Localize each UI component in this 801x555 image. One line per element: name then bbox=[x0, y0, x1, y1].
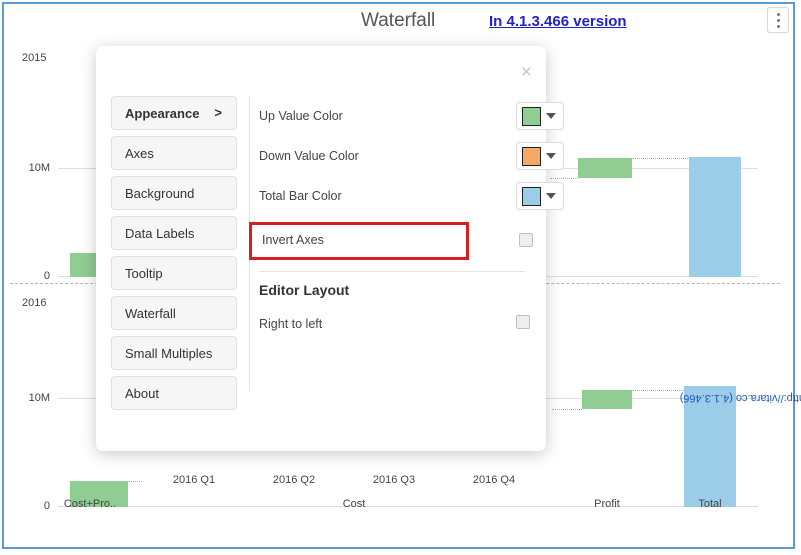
sidebar-item-label: Axes bbox=[125, 146, 154, 161]
x-label-cost: Cost bbox=[342, 498, 366, 510]
color-swatch bbox=[522, 147, 541, 166]
panel-year-label: 2015 bbox=[22, 52, 47, 64]
kebab-menu-icon[interactable] bbox=[767, 7, 789, 33]
panel-year-label: 2016 bbox=[22, 297, 47, 309]
editor-layout-heading: Editor Layout bbox=[259, 282, 350, 298]
bar-profit[interactable] bbox=[582, 390, 632, 409]
sidebar-item-label: About bbox=[125, 386, 159, 401]
x-tick-2016-q2: 2016 Q2 bbox=[272, 474, 316, 486]
x-label-profit: Profit bbox=[594, 498, 620, 510]
y-tick-10m: 10M bbox=[28, 162, 50, 174]
invert-axes-checkbox[interactable] bbox=[519, 233, 533, 247]
option-row-right-to-left: Right to left bbox=[259, 306, 531, 346]
option-label: Up Value Color bbox=[259, 109, 343, 123]
x-tick-2016-q3: 2016 Q3 bbox=[372, 474, 416, 486]
sidebar-item-label: Background bbox=[125, 186, 195, 201]
right-to-left-checkbox[interactable] bbox=[516, 315, 530, 329]
option-label: Total Bar Color bbox=[259, 189, 342, 203]
x-tick-2016-q1: 2016 Q1 bbox=[172, 474, 216, 486]
x-axis-quarter-labels: 2016 Q1 2016 Q2 2016 Q3 2016 Q4 bbox=[4, 474, 793, 492]
kebab-dot bbox=[776, 13, 780, 16]
up-value-color-picker[interactable] bbox=[516, 102, 564, 130]
version-link[interactable]: In 4.1.3.466 version bbox=[489, 13, 627, 30]
option-row-down-value-color: Down Value Color bbox=[259, 138, 564, 178]
sidebar-item-label: Tooltip bbox=[125, 266, 163, 281]
x-label-total: Total bbox=[698, 498, 722, 510]
connector-line bbox=[632, 158, 690, 159]
close-icon[interactable]: × bbox=[521, 63, 532, 82]
chevron-down-icon bbox=[546, 153, 556, 159]
y-tick-10m: 10M bbox=[28, 392, 50, 404]
sidebar-item-data-labels[interactable]: Data Labels bbox=[111, 216, 237, 250]
header: Waterfall In 4.1.3.466 version bbox=[4, 4, 793, 38]
sidebar-item-small-multiples[interactable]: Small Multiples bbox=[111, 336, 237, 370]
sidebar-item-appearance[interactable]: Appearance > bbox=[111, 96, 237, 130]
option-row-up-value-color: Up Value Color bbox=[259, 98, 564, 138]
bar-profit[interactable] bbox=[578, 158, 632, 178]
sidebar-item-about[interactable]: About bbox=[111, 376, 237, 410]
option-row-invert-axes: Invert Axes bbox=[249, 222, 533, 260]
x-tick-2016-q4: 2016 Q4 bbox=[472, 474, 516, 486]
page-title: Waterfall bbox=[361, 10, 436, 31]
bar-total[interactable] bbox=[689, 157, 741, 277]
option-label: Right to left bbox=[259, 317, 323, 331]
vitara-url-watermark[interactable]: http://vitara.co (4.1.3.466) bbox=[680, 392, 801, 404]
option-row-total-bar-color: Total Bar Color bbox=[259, 178, 564, 218]
settings-nav-list: Appearance > Axes Background Data Labels… bbox=[111, 96, 237, 416]
connector-line bbox=[552, 409, 582, 410]
connector-line bbox=[550, 178, 578, 179]
sidebar-item-tooltip[interactable]: Tooltip bbox=[111, 256, 237, 290]
connector-line bbox=[632, 390, 686, 391]
sidebar-item-label: Small Multiples bbox=[125, 346, 213, 361]
option-label: Down Value Color bbox=[259, 149, 359, 163]
sidebar-item-waterfall[interactable]: Waterfall bbox=[111, 296, 237, 330]
chevron-down-icon bbox=[546, 193, 556, 199]
appearance-settings-modal: × Appearance > Axes Background Data Labe… bbox=[96, 46, 564, 451]
down-value-color-picker[interactable] bbox=[516, 142, 564, 170]
sidebar-item-label: Appearance bbox=[125, 106, 200, 121]
application-frame: Waterfall In 4.1.3.466 version 2015 10M … bbox=[2, 2, 801, 549]
option-label: Invert Axes bbox=[262, 233, 324, 247]
appearance-options-pane: Up Value Color Down Value Color Total Ba… bbox=[249, 98, 564, 346]
sidebar-item-label: Waterfall bbox=[125, 306, 176, 321]
sidebar-item-background[interactable]: Background bbox=[111, 176, 237, 210]
sidebar-item-axes[interactable]: Axes bbox=[111, 136, 237, 170]
y-tick-0: 0 bbox=[43, 270, 50, 282]
chevron-right-icon: > bbox=[214, 105, 222, 120]
total-bar-color-picker[interactable] bbox=[516, 182, 564, 210]
kebab-dot bbox=[776, 25, 780, 28]
kebab-dot bbox=[776, 19, 780, 22]
sidebar-item-label: Data Labels bbox=[125, 226, 195, 241]
color-swatch bbox=[522, 187, 541, 206]
x-axis-category-labels: Cost+Pro.. Cost Profit Total bbox=[4, 498, 793, 516]
chevron-down-icon bbox=[546, 113, 556, 119]
section-divider bbox=[259, 271, 525, 272]
x-label-cost-plus-profit: Cost+Pro.. bbox=[63, 498, 117, 510]
color-swatch bbox=[522, 107, 541, 126]
